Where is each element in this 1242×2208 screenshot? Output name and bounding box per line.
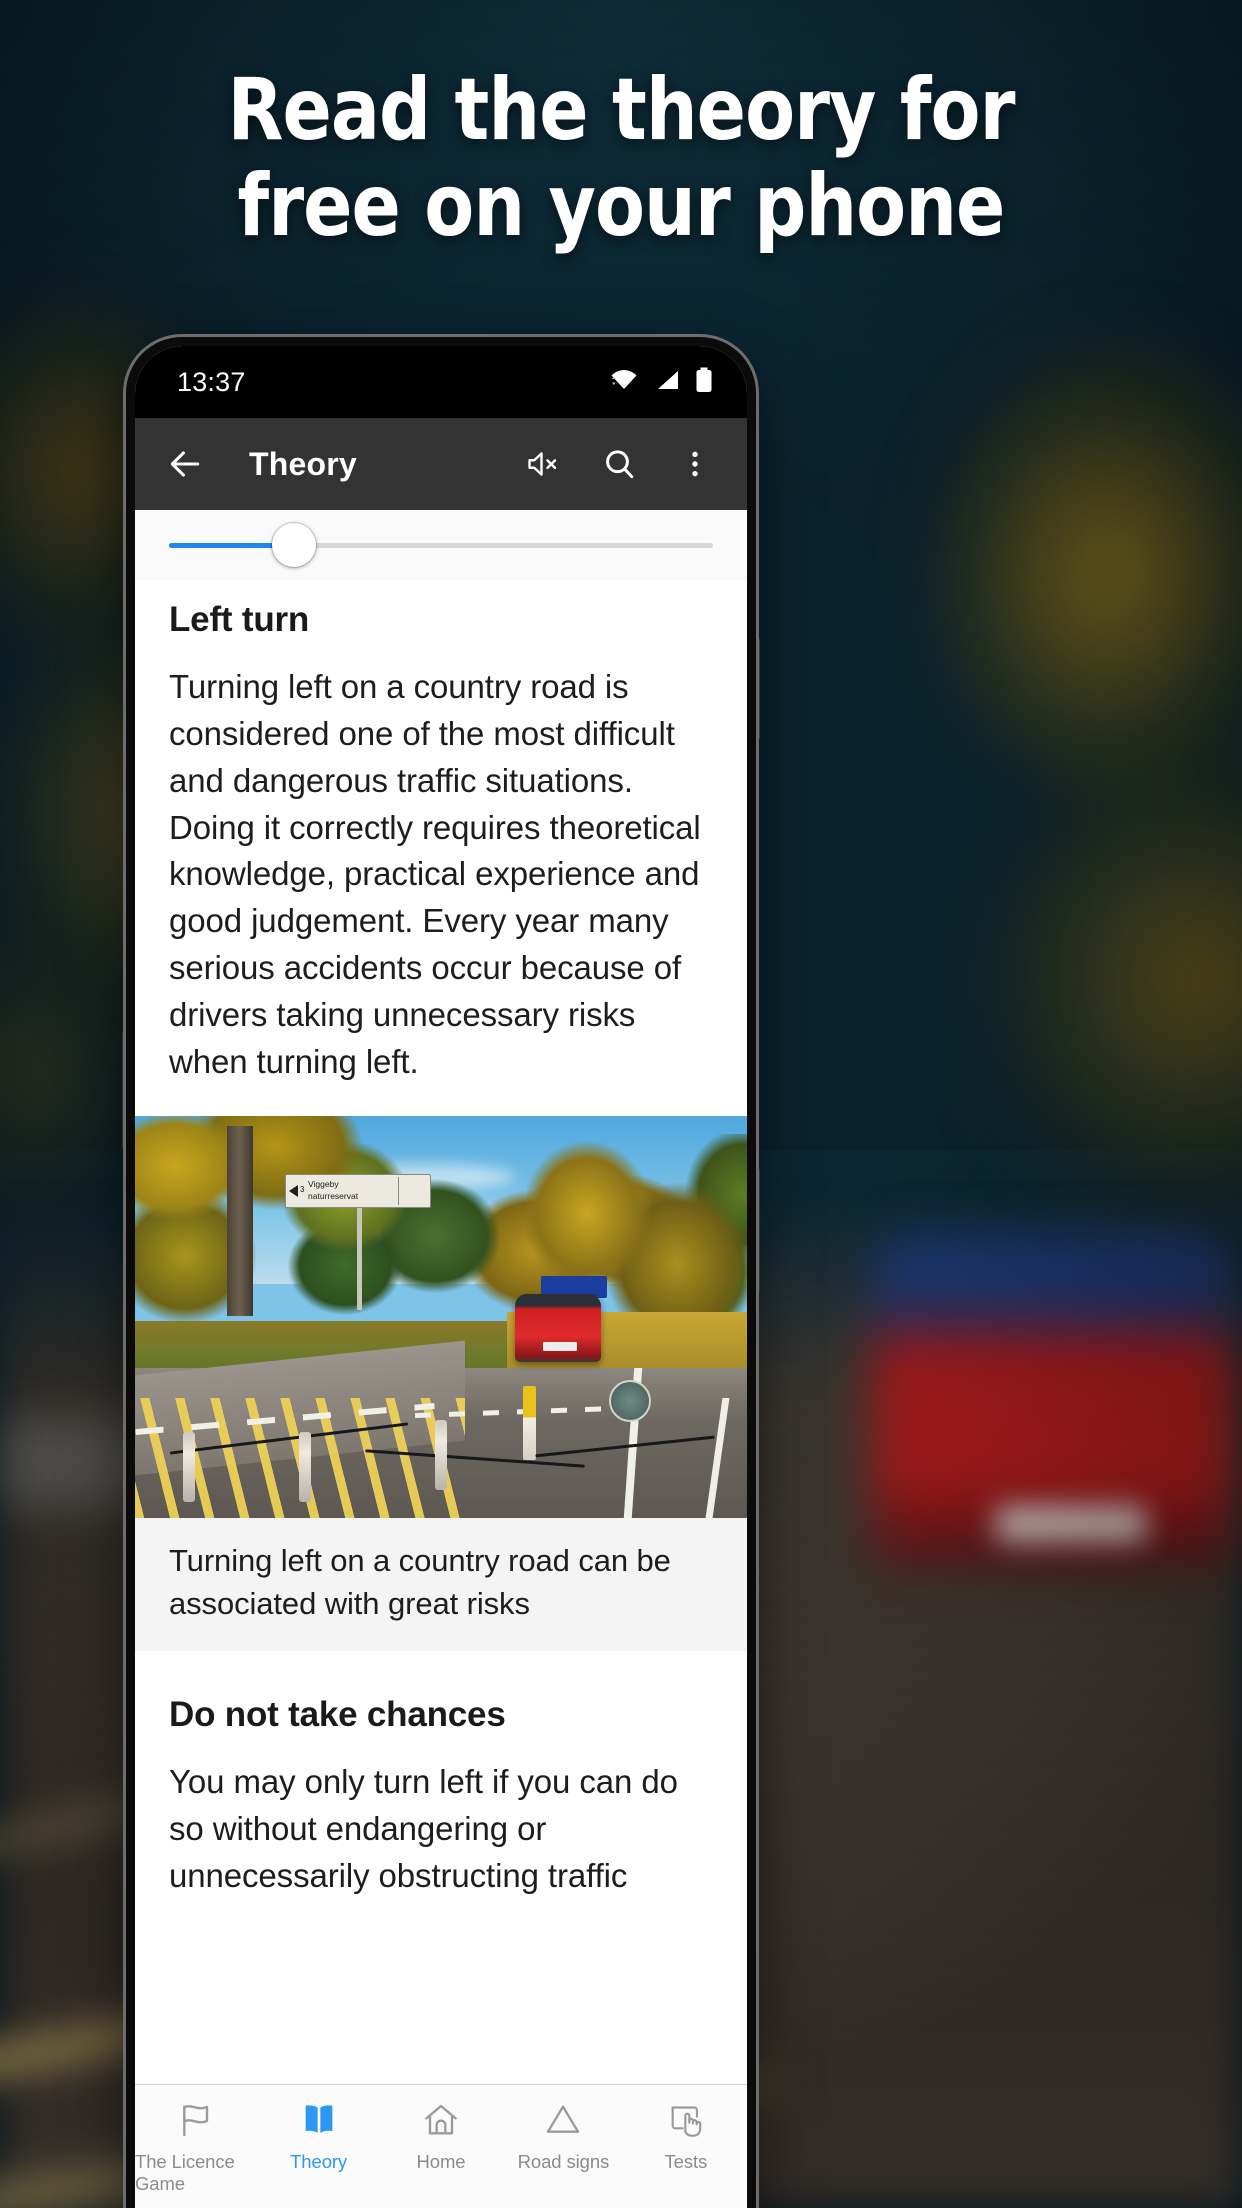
photo-tree-left xyxy=(135,1115,405,1336)
nav-item-the-licence-game[interactable]: The Licence Game xyxy=(135,2097,257,2195)
chapter-progress-slider[interactable] xyxy=(135,510,747,580)
bottom-navigation: The Licence Game Theory Home Road signs … xyxy=(135,2084,747,2208)
photo-bollard xyxy=(435,1419,447,1490)
nav-label: The Licence Game xyxy=(135,2151,235,2194)
photo-caption: Turning left on a country road can be as… xyxy=(135,1517,747,1652)
phone-device: 13:37 Theory Left turn Turning left on a… xyxy=(126,337,756,2208)
photo-sign-post xyxy=(357,1197,362,1310)
phone-screen: 13:37 Theory Left turn Turning left on a… xyxy=(135,346,747,2208)
photo-yellow-post xyxy=(523,1385,536,1460)
slider-thumb[interactable] xyxy=(272,523,317,567)
photo-sign-name-1: Viggeby xyxy=(308,1178,339,1189)
photo-bollard xyxy=(299,1431,311,1502)
status-icons xyxy=(609,367,713,398)
photo-car-plate xyxy=(543,1341,577,1351)
photo-sign-name-2: naturreservat xyxy=(308,1190,359,1201)
warning-triangle-icon xyxy=(543,2097,583,2143)
article-text-block: Left turn Turning left on a country road… xyxy=(135,580,747,1086)
nav-item-road-signs[interactable]: Road signs xyxy=(502,2097,624,2173)
home-icon xyxy=(421,2097,461,2143)
article-photo: 3 Viggeby naturreservat xyxy=(135,1115,747,1518)
volume-off-icon[interactable] xyxy=(515,436,571,492)
article-heading: Left turn xyxy=(169,600,310,639)
nav-label: Theory xyxy=(290,2151,348,2172)
article-paragraph-2: You may only turn left if you can do so … xyxy=(169,1763,678,1894)
photo-sign-distance: 3 xyxy=(300,1184,305,1194)
poster: Read the theory for free on your phone 1… xyxy=(0,0,1242,2208)
nav-item-home[interactable]: Home xyxy=(380,2097,502,2173)
nav-item-theory[interactable]: Theory xyxy=(257,2097,379,2173)
article-text-block-2: Do not take chances You may only turn le… xyxy=(135,1651,747,1900)
search-icon[interactable] xyxy=(591,436,647,492)
photo-red-car xyxy=(515,1293,601,1362)
book-icon xyxy=(299,2097,339,2143)
photo-sign-arrow-icon xyxy=(289,1184,298,1197)
nav-label: Tests xyxy=(664,2151,708,2172)
article-subheading: Do not take chances xyxy=(169,1695,506,1735)
headline-line-1: Read the theory for xyxy=(227,60,1015,160)
cellular-signal-icon xyxy=(654,368,680,397)
photo-road-sign: 3 Viggeby naturreservat xyxy=(285,1173,431,1208)
tap-hand-icon xyxy=(666,2097,706,2143)
app-bar: Theory xyxy=(135,418,747,510)
more-vertical-icon[interactable] xyxy=(667,436,723,492)
back-button[interactable] xyxy=(157,436,213,492)
headline-line-2: free on your phone xyxy=(237,156,1006,257)
photo-sign-pictogram xyxy=(398,1176,428,1205)
phone-bezel: 13:37 Theory Left turn Turning left on a… xyxy=(135,346,747,2208)
status-bar: 13:37 xyxy=(135,346,747,418)
app-bar-title: Theory xyxy=(249,445,357,482)
battery-icon xyxy=(695,367,713,398)
flag-icon xyxy=(176,2097,216,2143)
photo-tree-trunk xyxy=(227,1125,253,1316)
wifi-icon xyxy=(609,368,639,397)
poster-headline: Read the theory for free on your phone xyxy=(37,62,1204,255)
status-clock: 13:37 xyxy=(177,366,246,397)
photo-bollard xyxy=(183,1431,195,1502)
slider-track[interactable] xyxy=(169,523,713,567)
photo-traffic-mirror xyxy=(609,1379,651,1422)
nav-item-tests[interactable]: Tests xyxy=(625,2097,747,2173)
article-content[interactable]: Left turn Turning left on a country road… xyxy=(135,580,747,2084)
article-paragraph: Turning left on a country road is consid… xyxy=(169,668,701,1080)
nav-label: Home xyxy=(416,2151,466,2172)
nav-label: Road signs xyxy=(517,2151,610,2172)
